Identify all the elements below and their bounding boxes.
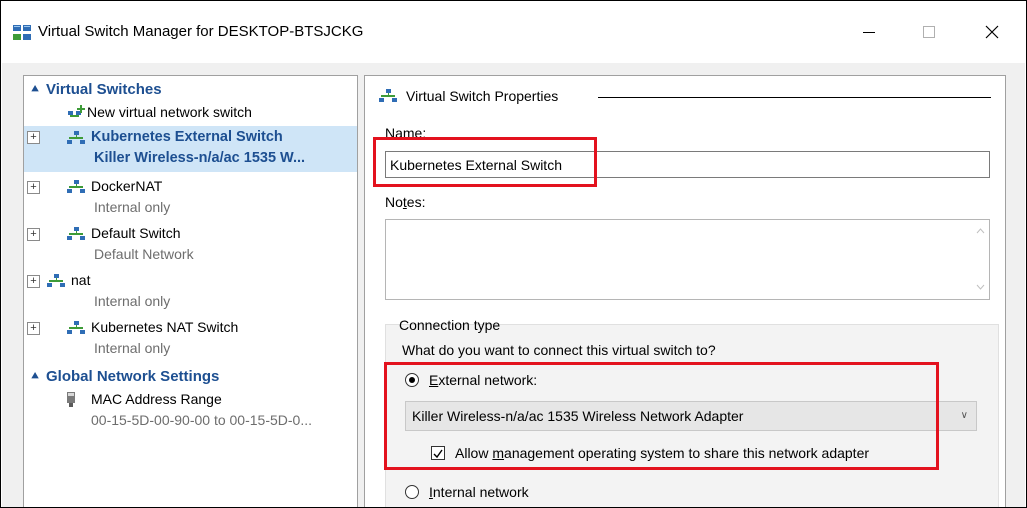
notes-label: Notes:	[385, 194, 426, 210]
window-body: ⯅ Virtual Switches New virtual network s…	[2, 63, 1025, 507]
network-switch-icon	[67, 321, 85, 334]
scroll-up-icon[interactable]	[976, 228, 985, 234]
network-switch-icon	[67, 131, 85, 144]
allow-management-checkbox[interactable]	[431, 446, 445, 460]
maximize-button[interactable]	[906, 15, 952, 49]
close-icon	[985, 25, 999, 39]
virtual-switches-header-label: Virtual Switches	[46, 80, 162, 98]
switch-item-nat[interactable]: + nat Internal only	[24, 270, 357, 314]
close-button[interactable]	[969, 15, 1015, 49]
switch-name: Kubernetes External Switch	[91, 129, 283, 145]
minimize-icon	[863, 32, 875, 33]
mac-address-range-label: MAC Address Range	[91, 391, 222, 407]
connection-question: What do you want to connect this virtual…	[402, 342, 716, 358]
chevron-down-icon: ∨	[960, 410, 968, 421]
network-adapter-select[interactable]: Killer Wireless-n/a/ac 1535 Wireless Net…	[405, 401, 977, 431]
title-bar: Virtual Switch Manager for DESKTOP-BTSJC…	[1, 1, 1026, 63]
notes-scrollbar[interactable]	[972, 220, 989, 299]
notes-textarea[interactable]	[385, 219, 990, 300]
name-label: Name:	[385, 125, 427, 141]
switch-name: nat	[71, 272, 91, 288]
switch-item-dockernat[interactable]: + DockerNAT Internal only	[24, 176, 357, 220]
minimize-button[interactable]	[846, 15, 892, 49]
global-network-settings-header-label: Global Network Settings	[46, 367, 220, 385]
switch-name: DockerNAT	[91, 178, 163, 194]
network-switch-icon	[67, 227, 85, 240]
connection-type-label: Connection type	[399, 317, 501, 333]
mac-address-range-item[interactable]: MAC Address Range 00-15-5D-00-90-00 to 0…	[24, 389, 357, 433]
switch-detail: Killer Wireless-n/a/ac 1535 W...	[94, 150, 306, 166]
switch-tree-panel: ⯅ Virtual Switches New virtual network s…	[23, 75, 358, 507]
new-virtual-network-switch-item[interactable]: New virtual network switch	[24, 102, 357, 124]
network-adapter-icon	[67, 392, 75, 407]
network-switch-icon	[67, 180, 85, 193]
expand-icon[interactable]: +	[27, 181, 40, 194]
network-adapter-value: Killer Wireless-n/a/ac 1535 Wireless Net…	[412, 408, 744, 424]
global-network-settings-header[interactable]: ⯅ Global Network Settings	[24, 365, 357, 387]
virtual-switch-manager-window: Virtual Switch Manager for DESKTOP-BTSJC…	[0, 0, 1027, 508]
group-title-label: Virtual Switch Properties	[406, 88, 559, 104]
mac-address-range-value: 00-15-5D-00-90-00 to 00-15-5D-0...	[91, 412, 313, 428]
new-switch-icon	[68, 105, 85, 117]
internal-network-radio[interactable]	[405, 485, 419, 499]
switch-name: Kubernetes NAT Switch	[91, 319, 239, 335]
expand-icon[interactable]: +	[27, 275, 40, 288]
virtual-switch-properties-title: Virtual Switch Properties	[378, 88, 558, 104]
switch-item-kubernetes-nat[interactable]: + Kubernetes NAT Switch Internal only	[24, 317, 357, 361]
scroll-down-icon[interactable]	[976, 284, 985, 290]
internal-network-label[interactable]: Internal network	[429, 484, 529, 500]
switch-properties-panel: Virtual Switch Properties Name: Notes: C…	[364, 75, 1006, 507]
allow-management-label[interactable]: Allow management operating system to sha…	[455, 445, 869, 461]
expand-icon[interactable]: +	[27, 131, 40, 144]
group-title-divider	[598, 97, 991, 98]
virtual-switches-header[interactable]: ⯅ Virtual Switches	[24, 78, 357, 100]
switch-item-default-switch[interactable]: + Default Switch Default Network	[24, 223, 357, 267]
virtual-switch-manager-icon	[13, 25, 31, 40]
switch-detail: Internal only	[94, 293, 171, 309]
external-network-radio[interactable]	[405, 373, 419, 387]
network-switch-icon	[47, 274, 65, 287]
switch-detail: Internal only	[94, 340, 171, 356]
collapse-chevron-icon: ⯅	[30, 81, 40, 96]
switch-item-kubernetes-external[interactable]: + Kubernetes External Switch Killer Wire…	[24, 126, 357, 172]
switch-detail: Internal only	[94, 199, 171, 215]
switch-detail: Default Network	[94, 246, 194, 262]
checkmark-icon	[433, 449, 443, 459]
expand-icon[interactable]: +	[27, 322, 40, 335]
external-network-label[interactable]: External network:	[429, 372, 537, 388]
window-title: Virtual Switch Manager for DESKTOP-BTSJC…	[38, 23, 364, 40]
network-switch-icon	[379, 89, 397, 102]
new-switch-label: New virtual network switch	[87, 104, 252, 120]
switch-name: Default Switch	[91, 225, 181, 241]
maximize-icon	[923, 26, 935, 38]
name-input[interactable]	[385, 151, 990, 178]
expand-icon[interactable]: +	[27, 228, 40, 241]
collapse-chevron-icon: ⯅	[30, 368, 40, 383]
